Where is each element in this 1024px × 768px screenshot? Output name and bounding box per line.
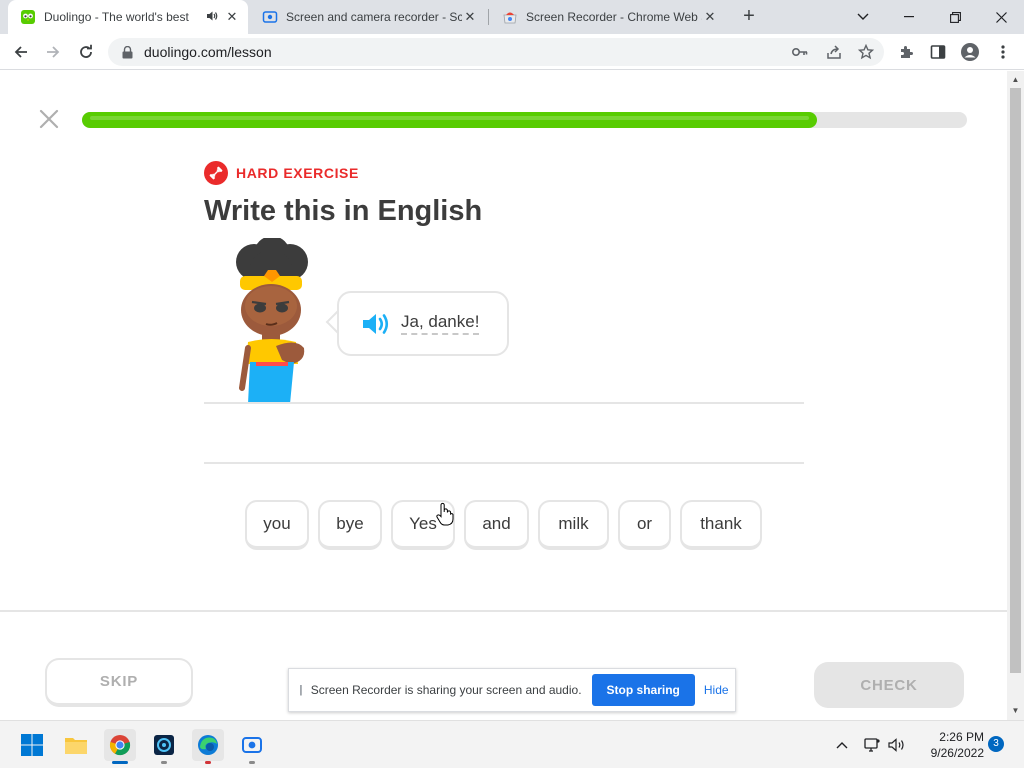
drag-handle-icon[interactable]: ||: [299, 684, 302, 696]
scrollbar-thumb[interactable]: [1010, 88, 1021, 673]
skip-button[interactable]: SKIP: [45, 658, 193, 707]
profile-avatar-icon[interactable]: [957, 39, 983, 65]
volume-icon[interactable]: [888, 721, 908, 768]
close-lesson-icon[interactable]: [36, 106, 62, 132]
clock-date: 9/26/2022: [930, 746, 984, 760]
edge-icon[interactable]: [192, 729, 224, 764]
back-arrow-icon[interactable]: [8, 39, 34, 65]
forward-arrow-icon[interactable]: [40, 39, 66, 65]
tab-chrome-web-store[interactable]: Screen Recorder - Chrome Web S ✕: [490, 0, 726, 34]
answer-line-bottom: [204, 462, 804, 464]
reload-icon[interactable]: [73, 39, 99, 65]
close-window-icon[interactable]: [978, 0, 1024, 34]
photo-editor-icon[interactable]: [148, 729, 180, 764]
word-tile[interactable]: bye: [318, 500, 382, 550]
close-tab-icon[interactable]: ✕: [702, 9, 718, 25]
footer-divider: [0, 610, 1007, 612]
recorder-icon: [262, 9, 278, 25]
tab-search-icon[interactable]: [840, 0, 886, 34]
chrome-webstore-icon: [502, 9, 518, 25]
audio-playing-icon[interactable]: [206, 10, 218, 25]
word-tile[interactable]: Yes: [391, 500, 455, 550]
word-tile[interactable]: or: [618, 500, 671, 550]
new-tab-button[interactable]: +: [738, 6, 760, 28]
extensions-puzzle-icon[interactable]: [893, 39, 919, 65]
notification-badge[interactable]: 3: [988, 736, 1004, 752]
tab-screen-recorder[interactable]: Screen and camera recorder - Scr ✕: [250, 0, 486, 34]
lock-icon[interactable]: [122, 45, 134, 59]
active-app-indicator: [112, 761, 128, 764]
address-bar[interactable]: duolingo.com/lesson: [108, 38, 884, 66]
word-tile[interactable]: milk: [538, 500, 609, 550]
bookmark-star-icon[interactable]: [854, 38, 878, 66]
speech-bubble: Ja, danke!: [337, 291, 509, 356]
word-bank: you bye Yes and milk or thank: [245, 500, 762, 550]
exercise-title: Write this in English: [204, 195, 483, 227]
tab-title: Screen and camera recorder - Scr: [286, 10, 462, 24]
restore-icon[interactable]: [932, 0, 978, 34]
share-message: Screen Recorder is sharing your screen a…: [310, 683, 582, 697]
running-app-indicator: [249, 761, 255, 764]
file-explorer-icon[interactable]: [60, 729, 92, 761]
scroll-up-icon[interactable]: ▲: [1010, 74, 1021, 86]
more-menu-icon[interactable]: [990, 39, 1016, 65]
word-tile[interactable]: you: [245, 500, 309, 550]
share-icon[interactable]: [822, 38, 846, 66]
clock-time: 2:26 PM: [939, 730, 984, 744]
word-tile[interactable]: and: [464, 500, 529, 550]
hard-exercise-badge: HARD EXERCISE: [204, 161, 359, 185]
dumbbell-icon: [204, 161, 228, 185]
screen-share-notification: || Screen Recorder is sharing your scree…: [288, 668, 736, 712]
progress-fill: [82, 112, 817, 128]
windows-start-icon[interactable]: [16, 729, 48, 761]
hard-exercise-label: HARD EXERCISE: [236, 165, 359, 181]
hide-link[interactable]: Hide: [704, 683, 729, 697]
scroll-down-icon[interactable]: ▼: [1010, 705, 1021, 717]
answer-line-top: [204, 402, 804, 404]
speaker-icon[interactable]: [361, 311, 391, 337]
url-text: duolingo.com/lesson: [144, 44, 272, 60]
minimize-icon[interactable]: [886, 0, 932, 34]
prompt-sentence[interactable]: Ja, danke!: [401, 312, 480, 335]
key-icon[interactable]: [788, 38, 812, 66]
tab-strip: Duolingo - The world's best ✕ Screen and…: [0, 0, 1024, 34]
windows-taskbar: 2:26 PM 9/26/2022: [0, 720, 1024, 768]
running-app-indicator: [161, 761, 167, 764]
tab-title: Duolingo - The world's best: [44, 10, 189, 24]
system-clock[interactable]: 2:26 PM 9/26/2022: [912, 729, 984, 761]
duolingo-owl-icon: [20, 9, 36, 25]
screen-recorder-app-icon[interactable]: [236, 729, 268, 764]
running-app-indicator: [205, 761, 211, 764]
lesson-progress-bar: [82, 112, 967, 128]
tab-duolingo[interactable]: Duolingo - The world's best ✕: [8, 0, 248, 34]
side-panel-icon[interactable]: [925, 39, 951, 65]
tab-title: Screen Recorder - Chrome Web S: [526, 10, 702, 24]
stop-sharing-button[interactable]: Stop sharing: [591, 674, 695, 706]
word-tile[interactable]: thank: [680, 500, 762, 550]
browser-toolbar: duolingo.com/lesson: [0, 34, 1024, 70]
character-illustration: [236, 238, 308, 404]
close-tab-icon[interactable]: ✕: [224, 9, 240, 25]
tab-separator: [488, 9, 489, 25]
network-icon[interactable]: [864, 721, 884, 768]
close-tab-icon[interactable]: ✕: [462, 9, 478, 25]
show-hidden-icons-chevron-icon[interactable]: [836, 721, 856, 768]
check-button[interactable]: CHECK: [814, 662, 964, 708]
chrome-icon[interactable]: [104, 729, 136, 764]
